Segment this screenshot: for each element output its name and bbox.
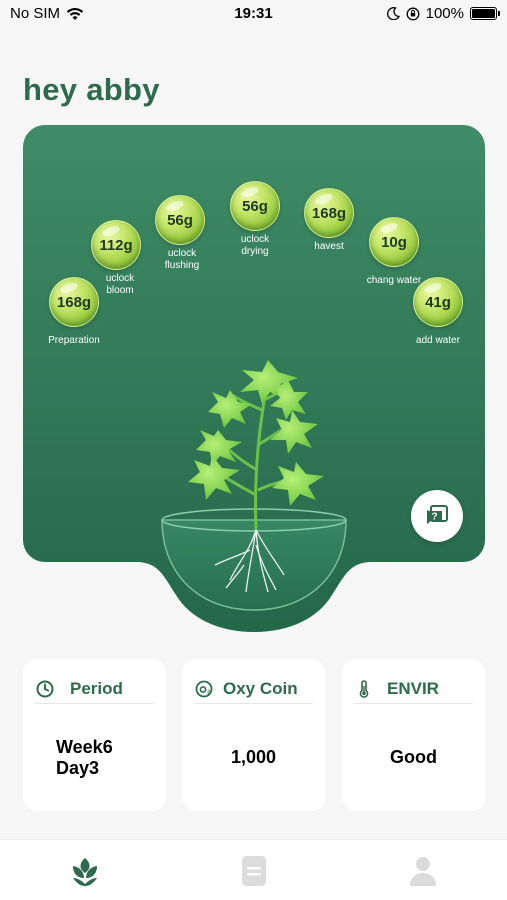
period-week: Week6 xyxy=(56,736,113,757)
stage-label: uclock drying xyxy=(240,234,270,257)
svg-text:?: ? xyxy=(431,512,437,523)
profile-icon xyxy=(410,857,436,886)
tab-profile[interactable] xyxy=(408,854,438,888)
period-card-header: Period xyxy=(23,659,166,703)
envir-value: Good xyxy=(390,747,437,767)
oxy-coin-title: Oxy Coin xyxy=(223,679,298,698)
period-day: Day3 xyxy=(56,757,100,778)
envir-title: ENVIR xyxy=(387,679,439,698)
stage-value: 10g xyxy=(369,217,419,267)
stage-value: 41g xyxy=(413,277,463,327)
tab-records[interactable] xyxy=(239,854,269,888)
stage-label: uclock bloom xyxy=(105,273,135,296)
envir-card-header: ENVIR xyxy=(342,659,485,703)
question-chat-icon: ? xyxy=(427,505,448,524)
tab-plant[interactable] xyxy=(70,854,100,888)
period-value: Week6 Day3 xyxy=(23,704,166,811)
oxy-coin-value: 1,000 xyxy=(230,747,277,767)
period-card[interactable]: Period Week6 Day3 xyxy=(23,659,166,811)
envir-card[interactable]: ENVIR Good xyxy=(342,659,485,811)
coin-icon: 2 xyxy=(195,680,213,698)
help-button[interactable]: ? xyxy=(411,490,463,542)
stage-value: 168g xyxy=(304,188,354,238)
stage-value: 56g xyxy=(155,195,205,245)
document-icon xyxy=(242,856,266,886)
tab-bar xyxy=(0,839,507,900)
period-title: Period xyxy=(70,679,123,698)
oxy-coin-card-header: 2 Oxy Coin xyxy=(182,659,325,703)
stage-value: 56g xyxy=(230,181,280,231)
stage-bubble-add-water[interactable]: 41g add water xyxy=(393,277,483,347)
thermometer-icon xyxy=(359,680,369,698)
clock-icon xyxy=(36,680,54,698)
stage-label: uclock flushing xyxy=(164,248,200,271)
stage-value: 112g xyxy=(91,220,141,270)
oxy-coin-card[interactable]: 2 Oxy Coin 1,000 xyxy=(182,659,325,811)
stage-label: Preparation xyxy=(48,335,100,346)
stage-label: add water xyxy=(416,335,460,346)
svg-text:2: 2 xyxy=(207,690,210,696)
plant-icon xyxy=(73,858,97,886)
